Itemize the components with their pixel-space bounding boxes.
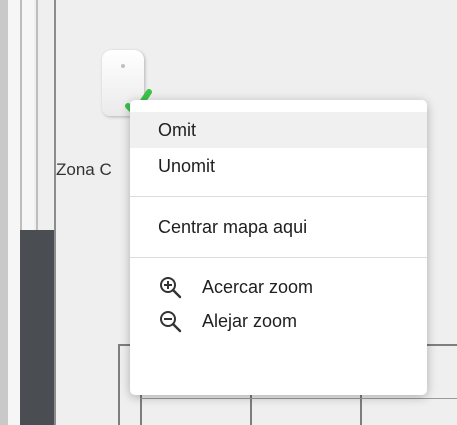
floor-plan-wall [250,390,252,425]
left-panel-edge [0,0,8,425]
sidebar-dark-block [20,230,56,425]
menu-item-omit[interactable]: Omit [130,112,427,148]
zoom-in-icon [160,277,182,299]
panel-divider [36,0,38,230]
menu-item-unomit[interactable]: Unomit [130,148,427,184]
menu-item-zoom-in[interactable]: Acercar zoom [130,270,427,304]
zoom-out-icon [160,311,182,333]
floor-plan-wall [140,398,457,399]
floor-plan-wall [360,390,362,425]
menu-item-center-map[interactable]: Centrar mapa aqui [130,209,427,245]
menu-separator [130,196,427,197]
menu-item-zoom-out[interactable]: Alejar zoom [130,304,427,338]
menu-item-label: Alejar zoom [202,311,298,331]
floor-plan-wall [118,344,120,425]
menu-separator [130,257,427,258]
context-menu: Omit Unomit Centrar mapa aqui Acercar zo… [130,100,427,395]
scrollbar-track[interactable] [20,0,22,230]
sensor-lens [121,64,125,68]
menu-item-label: Acercar zoom [202,277,314,297]
zone-label[interactable]: Zona C [56,160,112,180]
